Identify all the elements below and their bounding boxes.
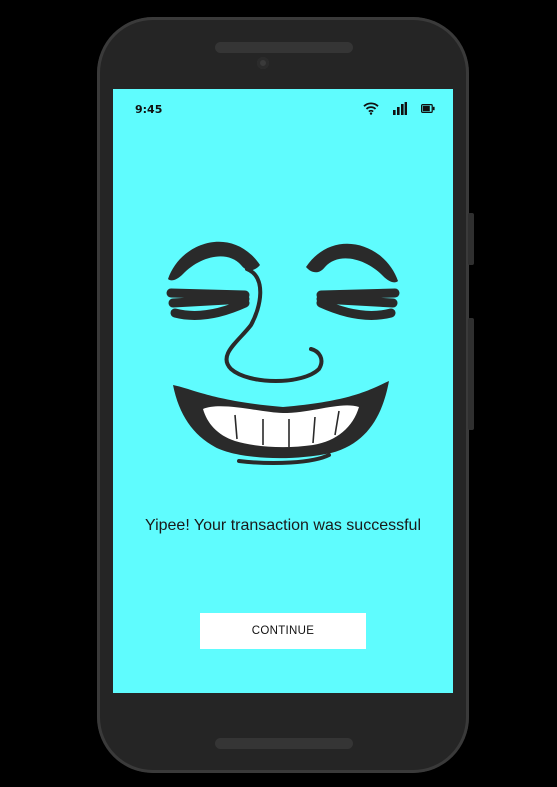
battery-icon — [421, 104, 435, 114]
right-eyebrow — [306, 243, 398, 283]
bottom-speaker — [215, 738, 353, 749]
power-button[interactable] — [468, 213, 474, 265]
wifi-icon — [363, 102, 379, 115]
status-time: 9:45 — [135, 103, 163, 116]
success-message: Yipee! Your transaction was successful — [144, 517, 421, 534]
nose — [224, 267, 324, 383]
laughing-face-illustration — [166, 241, 400, 465]
left-eyebrow — [168, 241, 260, 281]
continue-button[interactable]: CONTINUE — [200, 613, 366, 649]
signal-icon — [393, 102, 407, 115]
right-eye — [316, 288, 400, 320]
volume-button[interactable] — [468, 318, 474, 430]
status-bar: 9:45 — [113, 89, 453, 131]
phone-screen: 9:45 Yipee! Your transaction was success… — [113, 89, 453, 693]
top-speaker — [215, 42, 353, 53]
front-camera — [257, 57, 269, 69]
left-eye — [166, 288, 250, 320]
